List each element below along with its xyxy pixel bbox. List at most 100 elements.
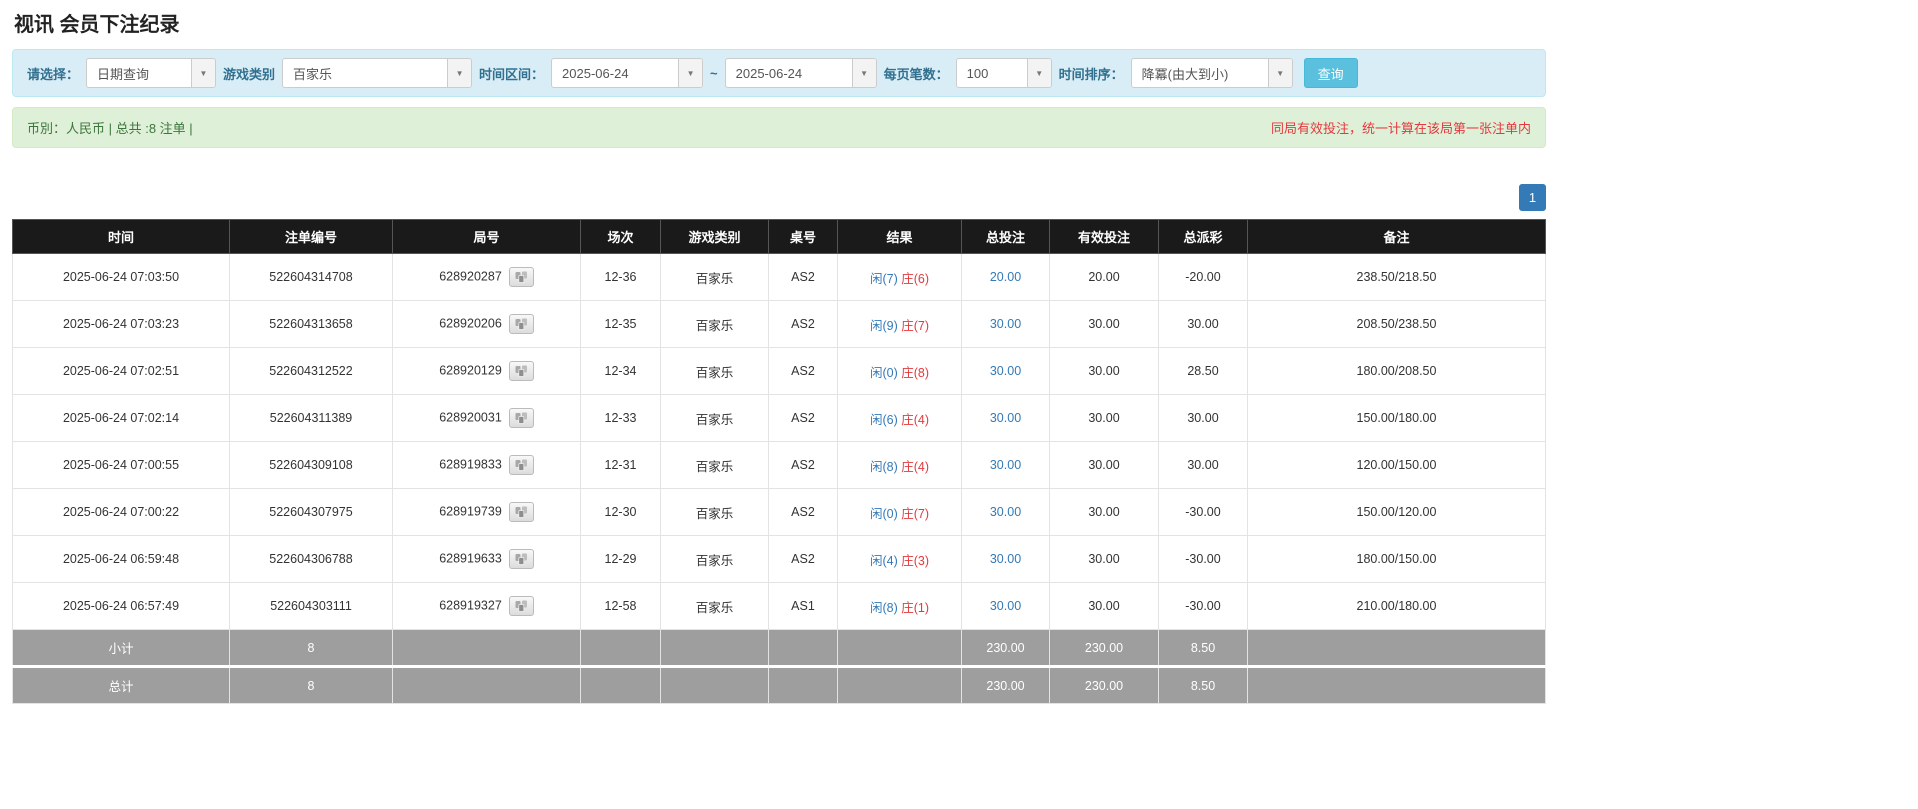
time-cell: 2025-06-24 07:00:22 xyxy=(12,488,230,536)
total-bet-cell: 20.00 xyxy=(961,253,1050,301)
time-cell: 2025-06-24 07:03:23 xyxy=(12,300,230,348)
grand-total-label: 总计 xyxy=(12,665,230,704)
date-from-picker[interactable]: 2025-06-24 ▼ xyxy=(551,58,704,88)
select-type-value: 日期查询 xyxy=(97,66,150,82)
session-cell: 12-35 xyxy=(580,300,661,348)
select-type-dropdown[interactable]: 日期查询 ▼ xyxy=(86,58,217,88)
total-bet-link[interactable]: 30.00 xyxy=(990,552,1021,566)
round-id-text: 628920206 xyxy=(439,316,502,331)
cards-icon xyxy=(515,412,527,424)
game-type-cell: 百家乐 xyxy=(660,347,769,395)
subtotal-payout: 8.50 xyxy=(1158,629,1248,667)
view-round-cards-button[interactable] xyxy=(508,596,534,616)
col-header-valid-bet: 有效投注 xyxy=(1049,219,1159,254)
table-row: 2025-06-24 07:02:14 522604311389 628920031… xyxy=(12,394,1546,442)
player-result: 闲(8) xyxy=(869,459,898,474)
pagination: 1 xyxy=(12,184,1546,211)
empty-cell xyxy=(580,665,661,704)
game-type-cell: 百家乐 xyxy=(660,300,769,348)
view-round-cards-button[interactable] xyxy=(508,267,534,287)
page-number-button[interactable]: 1 xyxy=(1519,184,1546,211)
col-header-total-bet: 总投注 xyxy=(961,219,1050,254)
table-no-cell: AS2 xyxy=(768,253,838,301)
table-no-cell: AS2 xyxy=(768,441,838,489)
player-result: 闲(0) xyxy=(869,365,898,380)
total-bet-link[interactable]: 30.00 xyxy=(990,458,1021,472)
date-to-picker[interactable]: 2025-06-24 ▼ xyxy=(724,58,877,88)
session-cell: 12-30 xyxy=(580,488,661,536)
total-bet-link[interactable]: 30.00 xyxy=(990,505,1021,519)
date-to-value: 2025-06-24 xyxy=(735,65,803,81)
per-page-dropdown[interactable]: 100 ▼ xyxy=(955,58,1052,88)
bet-id-cell: 522604312522 xyxy=(229,347,393,395)
date-from-value: 2025-06-24 xyxy=(562,65,629,81)
chevron-down-icon[interactable]: ▼ xyxy=(1267,59,1292,87)
round-id-text: 628920031 xyxy=(439,410,502,425)
game-type-dropdown[interactable]: 百家乐 ▼ xyxy=(282,58,473,88)
bet-id-cell: 522604311389 xyxy=(229,394,393,442)
session-cell: 12-33 xyxy=(580,394,661,442)
chevron-down-icon[interactable]: ▼ xyxy=(447,59,472,87)
total-bet-link[interactable]: 30.00 xyxy=(990,364,1021,378)
chevron-down-icon[interactable]: ▼ xyxy=(678,59,703,87)
grand-total-payout: 8.50 xyxy=(1158,665,1248,704)
bet-id-cell: 522604313658 xyxy=(229,300,393,348)
table-row: 2025-06-24 07:00:22 522604307975 628919739… xyxy=(12,488,1546,536)
chevron-down-icon[interactable]: ▼ xyxy=(851,59,876,87)
total-bet-link[interactable]: 30.00 xyxy=(990,599,1021,613)
search-button[interactable]: 查询 xyxy=(1303,58,1358,88)
subtotal-count: 8 xyxy=(229,629,393,667)
payout-cell: -30.00 xyxy=(1158,488,1248,536)
time-cell: 2025-06-24 07:00:55 xyxy=(12,441,230,489)
view-round-cards-button[interactable] xyxy=(508,361,534,381)
sort-order-label: 时间排序： xyxy=(1058,66,1124,82)
col-header-game-type: 游戏类别 xyxy=(660,219,769,254)
chevron-down-icon[interactable]: ▼ xyxy=(191,59,216,87)
total-bet-cell: 30.00 xyxy=(961,347,1050,395)
filter-bar: 请选择： 日期查询 ▼ 游戏类别 百家乐 ▼ 时间区间： 2025-06-24 … xyxy=(12,49,1546,97)
total-bet-link[interactable]: 20.00 xyxy=(990,270,1021,284)
table-row: 2025-06-24 07:03:23 522604313658 628920206… xyxy=(12,300,1546,348)
total-bet-cell: 30.00 xyxy=(961,394,1050,442)
total-bet-cell: 30.00 xyxy=(961,300,1050,348)
table-row: 2025-06-24 06:57:49 522604303111 628919327… xyxy=(12,582,1546,630)
cards-icon xyxy=(515,365,527,377)
player-result: 闲(9) xyxy=(869,318,898,333)
bet-id-cell: 522604309108 xyxy=(229,441,393,489)
view-round-cards-button[interactable] xyxy=(508,502,534,522)
cards-icon xyxy=(515,553,527,565)
banker-result: 庄(4) xyxy=(901,459,930,474)
col-header-session: 场次 xyxy=(580,219,661,254)
result-cell: 闲(6) 庄(4) xyxy=(837,394,962,442)
game-type-cell: 百家乐 xyxy=(660,394,769,442)
col-header-payout: 总派彩 xyxy=(1158,219,1248,254)
total-bet-link[interactable]: 30.00 xyxy=(990,411,1021,425)
player-result: 闲(0) xyxy=(869,506,898,521)
total-bet-link[interactable]: 30.00 xyxy=(990,317,1021,331)
empty-cell xyxy=(392,629,581,667)
payout-cell: -20.00 xyxy=(1158,253,1248,301)
view-round-cards-button[interactable] xyxy=(508,408,534,428)
chevron-down-icon[interactable]: ▼ xyxy=(1026,59,1051,87)
per-page-value: 100 xyxy=(966,65,989,81)
cards-icon xyxy=(515,506,527,518)
valid-bet-cell: 30.00 xyxy=(1049,347,1159,395)
view-round-cards-button[interactable] xyxy=(508,549,534,569)
currency-total-text: 币別：人民币 | 总共 :8 注单 | xyxy=(27,121,193,136)
time-cell: 2025-06-24 07:03:50 xyxy=(12,253,230,301)
sort-order-dropdown[interactable]: 降冪(由大到小) ▼ xyxy=(1130,58,1293,88)
player-result: 闲(4) xyxy=(869,553,898,568)
empty-cell xyxy=(660,665,769,704)
remark-cell: 150.00/180.00 xyxy=(1247,394,1546,442)
subtotal-row: 小计 8 230.00 230.00 8.50 xyxy=(12,629,1546,667)
view-round-cards-button[interactable] xyxy=(508,314,534,334)
table-body: 2025-06-24 07:03:50 522604314708 628920287… xyxy=(12,253,1546,704)
remark-cell: 120.00/150.00 xyxy=(1247,441,1546,489)
player-result: 闲(8) xyxy=(869,600,898,615)
subtotal-total-bet: 230.00 xyxy=(961,629,1050,667)
round-id-text: 628919327 xyxy=(439,598,502,613)
game-type-cell: 百家乐 xyxy=(660,253,769,301)
banker-result: 庄(7) xyxy=(901,506,930,521)
view-round-cards-button[interactable] xyxy=(508,455,534,475)
empty-cell xyxy=(768,665,838,704)
